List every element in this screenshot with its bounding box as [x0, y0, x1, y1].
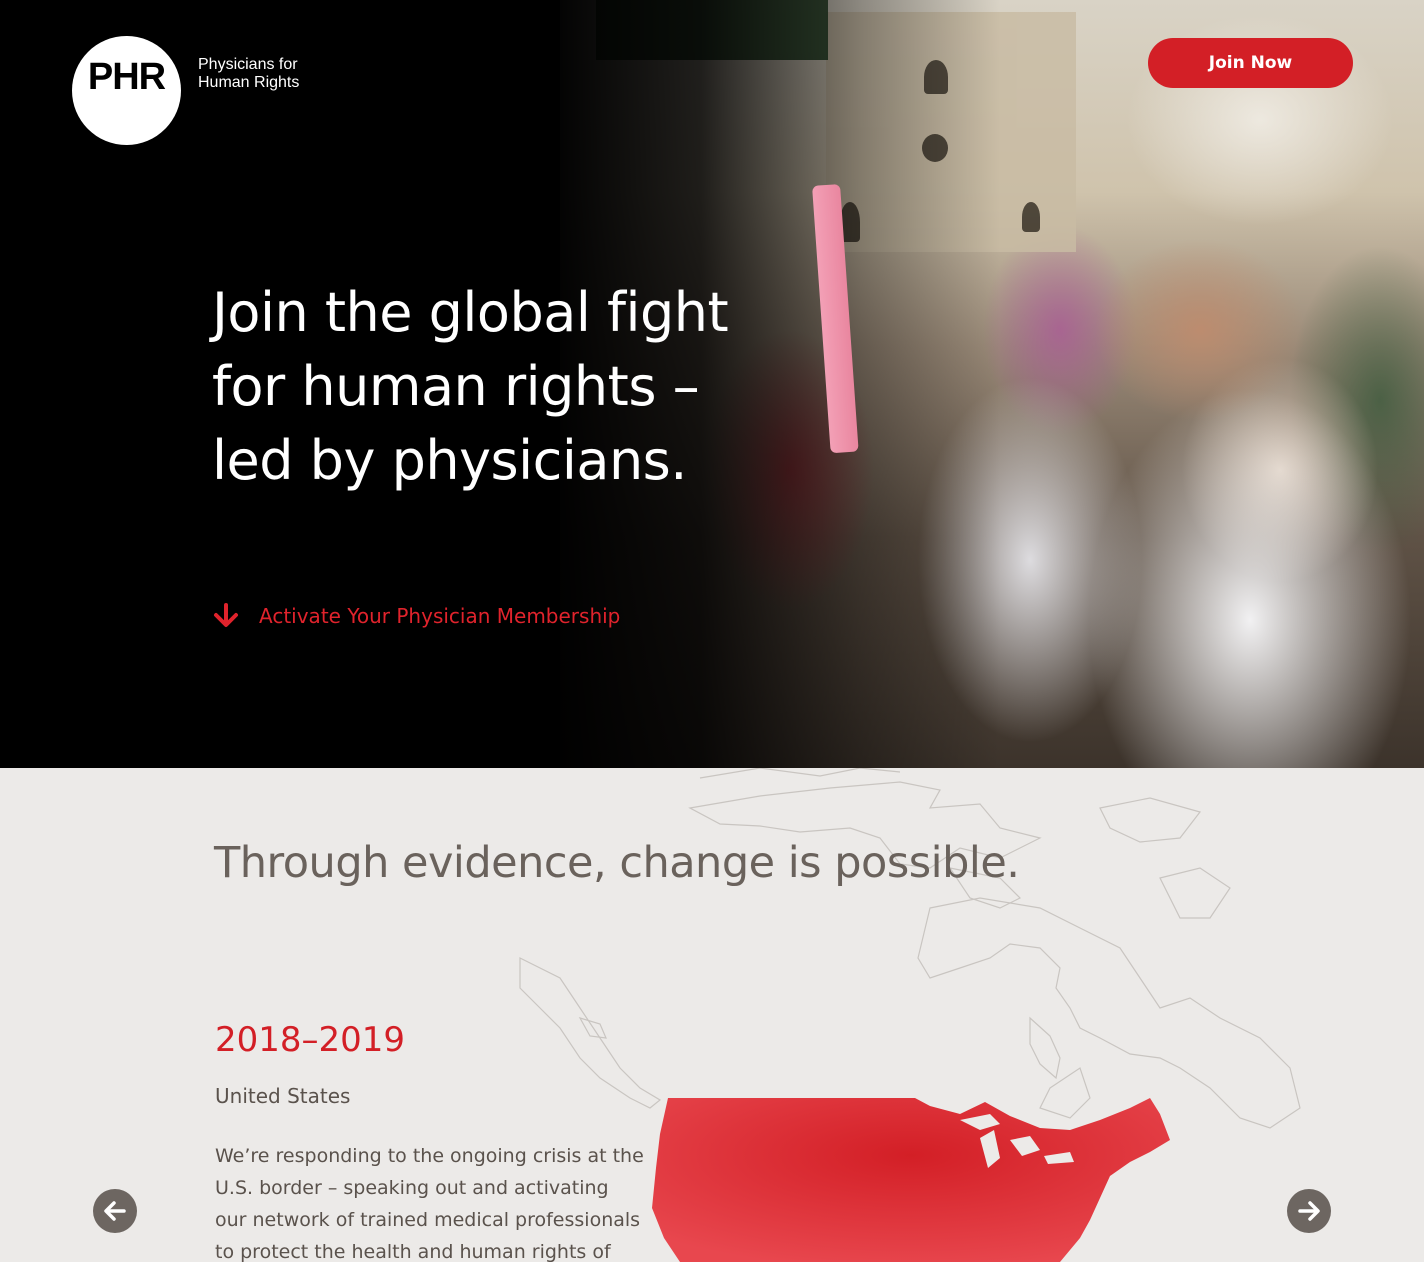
- arrow-right-icon: [1298, 1201, 1320, 1221]
- slide-region: United States: [215, 1084, 351, 1108]
- site-logo[interactable]: PHR Physicians for Human Rights: [72, 36, 299, 145]
- logo-mark: PHR: [72, 36, 181, 145]
- slide-years: 2018–2019: [215, 1020, 406, 1060]
- arrow-down-icon: [212, 602, 240, 630]
- arrow-left-icon: [104, 1201, 126, 1221]
- carousel-next-button[interactable]: [1287, 1189, 1331, 1233]
- activate-membership-label: Activate Your Physician Membership: [259, 604, 621, 628]
- logo-line-1: Physicians for: [198, 56, 298, 73]
- slide-description: We’re responding to the ongoing crisis a…: [215, 1145, 644, 1262]
- logo-wordmark: Physicians for Human Rights: [198, 56, 299, 92]
- join-now-button[interactable]: Join Now: [1148, 38, 1353, 88]
- section-title: Through evidence, change is possible.: [214, 838, 1020, 888]
- carousel-prev-button[interactable]: [93, 1189, 137, 1233]
- logo-line-2: Human Rights: [198, 74, 300, 91]
- map-outline: [519, 768, 1301, 1129]
- hero-heading: Join the global fight for human rights –…: [212, 281, 729, 492]
- activate-membership-link[interactable]: Activate Your Physician Membership: [212, 602, 620, 630]
- united-states-region: [652, 1098, 1170, 1262]
- hero-section: PHR Physicians for Human Rights Join Now…: [0, 0, 1424, 768]
- evidence-section: Through evidence, change is possible. 20…: [0, 768, 1424, 1262]
